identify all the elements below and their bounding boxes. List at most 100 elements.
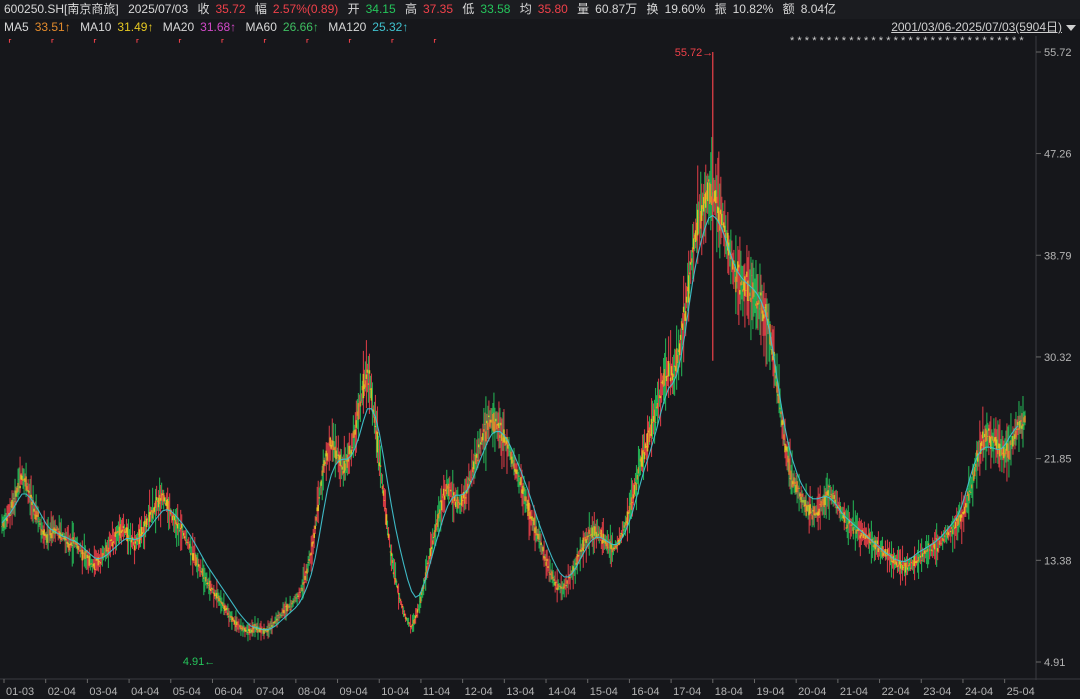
x-tick-label: 12-04 xyxy=(465,686,493,698)
x-tick-label: 10-04 xyxy=(381,686,409,698)
event-marker-star: * xyxy=(834,36,839,47)
chart-background xyxy=(0,36,1080,699)
event-marker-star: * xyxy=(968,36,973,47)
x-tick-label: 09-04 xyxy=(340,686,368,698)
x-tick-label: 16-04 xyxy=(631,686,659,698)
open-value: 34.15 xyxy=(365,2,396,16)
y-tick-label: 55.72 xyxy=(1044,47,1072,59)
event-marker-star: * xyxy=(797,36,802,47)
event-marker: ⸢ xyxy=(391,38,395,50)
x-tick-label: 21-04 xyxy=(840,686,868,698)
event-marker: ⸢ xyxy=(93,38,97,50)
price-chart[interactable]: ⸢ ⸢ ⸢ ⸢ ⸢ ⸢ ⸢ ⸢ ⸢ ⸢ ⸢ * * * * * * * * * * * * * * * * * * * * * * * * * * * * *… xyxy=(0,36,1080,699)
turnover-value: 19.60% xyxy=(664,2,706,16)
x-tick-label: 13-04 xyxy=(506,686,534,698)
y-tick-label: 4.91 xyxy=(1044,657,1065,669)
avg-label: 均 xyxy=(519,2,532,16)
low-label: 低 xyxy=(462,2,475,16)
event-marker: ⸢ xyxy=(221,38,225,50)
event-marker-star: * xyxy=(953,36,958,47)
event-marker-star: * xyxy=(931,36,936,47)
amount-value: 8.04亿 xyxy=(800,2,837,16)
event-marker: ⸢ xyxy=(306,38,310,50)
y-tick-label: 30.32 xyxy=(1044,352,1072,364)
x-tick-label: 14-04 xyxy=(548,686,576,698)
x-tick-label: 03-04 xyxy=(89,686,117,698)
event-marker-star: * xyxy=(975,36,980,47)
event-marker-star: * xyxy=(812,36,817,47)
event-marker-star: * xyxy=(886,36,891,47)
open-label: 开 xyxy=(347,2,360,16)
event-marker-star: * xyxy=(857,36,862,47)
ma60-name: MA60 xyxy=(245,20,277,34)
x-tick-label: 20-04 xyxy=(798,686,826,698)
volume-label: 量 xyxy=(577,2,590,16)
ma10-name: MA10 xyxy=(80,20,112,34)
event-marker-star: * xyxy=(938,36,943,47)
y-tick-label: 13.38 xyxy=(1044,555,1072,567)
x-tick-label: 05-04 xyxy=(173,686,201,698)
high-value: 37.35 xyxy=(423,2,454,16)
event-marker-star: * xyxy=(864,36,869,47)
ma20-value: 31.68↑ xyxy=(200,20,237,34)
x-tick-label: 04-04 xyxy=(131,686,159,698)
event-marker-star: * xyxy=(960,36,965,47)
event-marker: ⸢ xyxy=(136,38,140,50)
event-marker: ⸢ xyxy=(263,38,267,50)
event-marker-star: * xyxy=(945,36,950,47)
event-marker: ⸢ xyxy=(8,38,12,50)
event-marker-star: * xyxy=(894,36,899,47)
x-tick-label: 07-04 xyxy=(256,686,284,698)
amplitude-value: 10.82% xyxy=(732,2,774,16)
event-marker-star: * xyxy=(916,36,921,47)
stock-code[interactable]: 600250.SH[南京商旅] xyxy=(4,2,119,16)
x-tick-label: 18-04 xyxy=(715,686,743,698)
close-label: 收 xyxy=(197,2,210,16)
low-value: 33.58 xyxy=(480,2,511,16)
event-marker-star: * xyxy=(790,36,795,47)
chevron-down-icon xyxy=(1066,24,1076,31)
high-label: 高 xyxy=(404,2,417,16)
y-tick-label: 47.26 xyxy=(1044,149,1072,161)
event-marker-star: * xyxy=(879,36,884,47)
change-label: 幅 xyxy=(254,2,267,16)
ma120-value: 25.32↑ xyxy=(372,20,409,34)
ma120-name: MA120 xyxy=(328,20,367,34)
ma10-value: 31.49↑ xyxy=(117,20,154,34)
x-tick-label: 24-04 xyxy=(965,686,993,698)
volume-value: 60.87万 xyxy=(595,2,638,16)
turnover-label: 换 xyxy=(646,2,659,16)
y-tick-label: 21.85 xyxy=(1044,454,1072,466)
date-range-selector[interactable]: 2001/03/06-2025/07/03(5904日) xyxy=(891,19,1076,36)
event-marker: ⸢ xyxy=(51,38,55,50)
quote-date: 2025/07/03 xyxy=(128,2,189,16)
change-value: 2.57%(0.89) xyxy=(272,2,339,16)
event-marker-star: * xyxy=(982,36,987,47)
x-tick-label: 15-04 xyxy=(590,686,618,698)
ma5-name: MA5 xyxy=(4,20,29,34)
event-marker-star: * xyxy=(1012,36,1017,47)
event-marker: ⸢ xyxy=(178,38,182,50)
ma5-value: 33.51↑ xyxy=(34,20,71,34)
x-tick-label: 23-04 xyxy=(923,686,951,698)
x-tick-label: 11-04 xyxy=(423,686,450,698)
x-tick-label: 06-04 xyxy=(214,686,242,698)
y-tick-label: 38.79 xyxy=(1044,250,1072,262)
event-marker-star: * xyxy=(842,36,847,47)
amplitude-label: 振 xyxy=(714,2,727,16)
event-marker-star: * xyxy=(990,36,995,47)
event-marker-star: * xyxy=(849,36,854,47)
x-tick-label: 02-04 xyxy=(48,686,76,698)
event-marker-star: * xyxy=(997,36,1002,47)
quote-header: 600250.SH[南京商旅] 2025/07/03 收 35.72 幅 2.57%… xyxy=(0,0,1080,20)
event-marker-star: * xyxy=(820,36,825,47)
event-marker-star: * xyxy=(871,36,876,47)
event-marker-star: * xyxy=(827,36,832,47)
amount-label: 额 xyxy=(782,2,795,16)
x-tick-label: 17-04 xyxy=(673,686,701,698)
date-range-text: 2001/03/06-2025/07/03(5904日) xyxy=(891,20,1062,34)
event-marker-star: * xyxy=(1005,36,1010,47)
min-label: 4.91← xyxy=(183,656,215,668)
ma20-name: MA20 xyxy=(162,20,195,34)
event-marker-star: * xyxy=(908,36,913,47)
